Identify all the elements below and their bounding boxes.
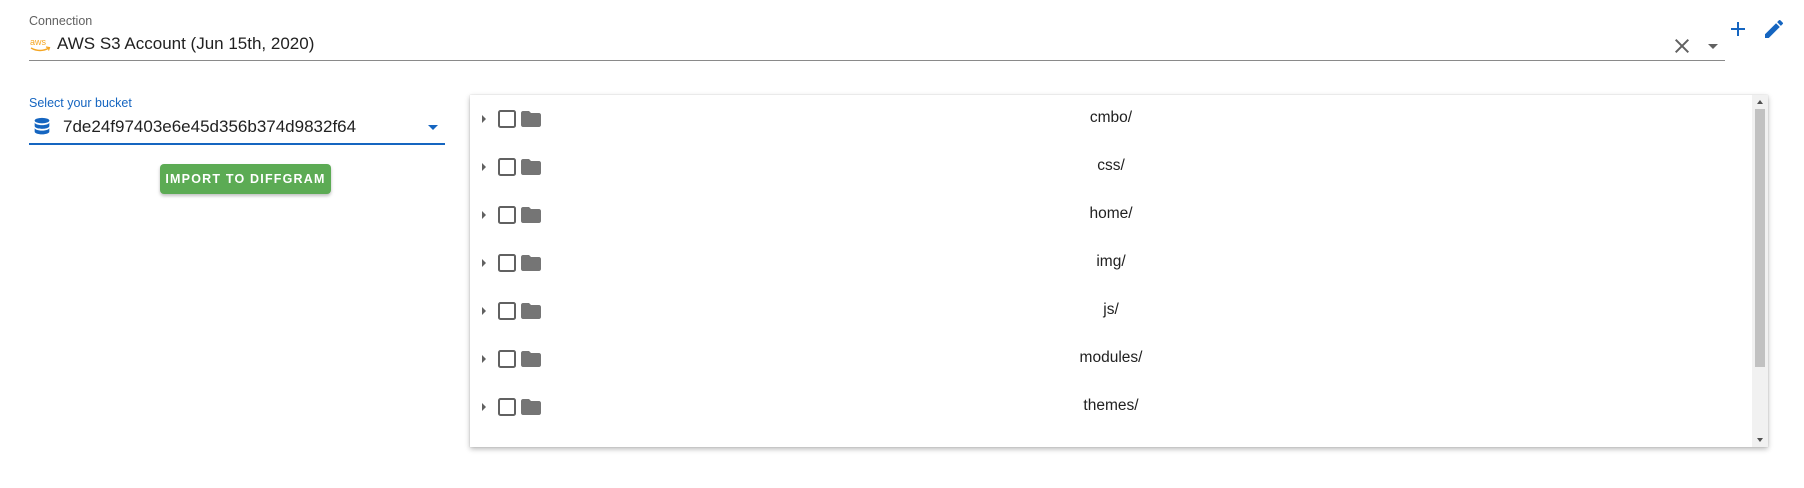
folder-icon bbox=[521, 111, 541, 127]
bucket-select[interactable]: Select your bucket 7de24f97403e6e45d356b… bbox=[29, 93, 445, 145]
tree-row[interactable]: themes/ bbox=[470, 383, 1752, 431]
tree-row[interactable]: modules/ bbox=[470, 335, 1752, 383]
folder-name: css/ bbox=[1097, 157, 1125, 174]
add-connection-button[interactable] bbox=[1722, 13, 1754, 45]
tree-row[interactable]: cmbo/ bbox=[470, 95, 1752, 143]
folder-name: modules/ bbox=[1079, 349, 1143, 366]
checkbox[interactable] bbox=[497, 301, 517, 321]
checkbox[interactable] bbox=[497, 109, 517, 129]
expand-arrow-icon[interactable] bbox=[476, 159, 492, 175]
chevron-down-icon[interactable] bbox=[421, 115, 445, 139]
expand-arrow-icon[interactable] bbox=[476, 303, 492, 319]
bucket-label: Select your bucket bbox=[29, 96, 132, 110]
database-icon bbox=[34, 117, 50, 135]
tree-row[interactable]: home/ bbox=[470, 191, 1752, 239]
connection-field[interactable]: Connection aws AWS S3 Account (Jun 15th,… bbox=[29, 12, 1725, 61]
checkbox[interactable] bbox=[497, 253, 517, 273]
folder-name: cmbo/ bbox=[1089, 109, 1133, 126]
checkbox[interactable] bbox=[497, 397, 517, 417]
clear-icon[interactable] bbox=[1670, 34, 1694, 58]
scrollbar[interactable] bbox=[1752, 95, 1768, 447]
checkbox[interactable] bbox=[497, 349, 517, 369]
tree-row[interactable]: js/ bbox=[470, 287, 1752, 335]
bucket-value: 7de24f97403e6e45d356b374d9832f64 bbox=[63, 117, 357, 136]
expand-arrow-icon[interactable] bbox=[476, 111, 492, 127]
expand-arrow-icon[interactable] bbox=[476, 207, 492, 223]
folder-icon bbox=[521, 159, 541, 175]
folder-icon bbox=[521, 399, 541, 415]
expand-arrow-icon[interactable] bbox=[476, 399, 492, 415]
scrollbar-thumb[interactable] bbox=[1755, 109, 1765, 367]
folder-name: js/ bbox=[1103, 301, 1119, 318]
folder-name: themes/ bbox=[1083, 397, 1139, 414]
aws-logo-text: aws bbox=[30, 37, 47, 47]
aws-logo-icon: aws bbox=[30, 37, 51, 52]
folder-icon bbox=[521, 207, 541, 223]
folder-name: img/ bbox=[1096, 253, 1126, 270]
folder-icon bbox=[521, 303, 541, 319]
checkbox[interactable] bbox=[497, 157, 517, 177]
connection-label: Connection bbox=[29, 14, 93, 28]
folder-icon bbox=[521, 255, 541, 271]
tree-row[interactable]: css/ bbox=[470, 143, 1752, 191]
folder-name: home/ bbox=[1089, 205, 1133, 222]
folder-icon bbox=[521, 351, 541, 367]
tree-row[interactable]: img/ bbox=[470, 239, 1752, 287]
edit-connection-button[interactable] bbox=[1758, 13, 1790, 45]
scroll-down-arrow-icon[interactable] bbox=[1752, 433, 1768, 447]
connection-value: AWS S3 Account (Jun 15th, 2020) bbox=[57, 34, 315, 53]
plus-icon bbox=[1731, 22, 1745, 36]
pencil-icon bbox=[1765, 19, 1784, 38]
checkbox[interactable] bbox=[497, 205, 517, 225]
import-to-diffgram-button[interactable]: IMPORT TO DIFFGRAM bbox=[160, 164, 331, 194]
expand-arrow-icon[interactable] bbox=[476, 255, 492, 271]
expand-arrow-icon[interactable] bbox=[476, 351, 492, 367]
file-tree-panel: cmbo/css/home/img/js/modules/themes/ bbox=[470, 95, 1768, 447]
scroll-up-arrow-icon[interactable] bbox=[1752, 95, 1768, 109]
